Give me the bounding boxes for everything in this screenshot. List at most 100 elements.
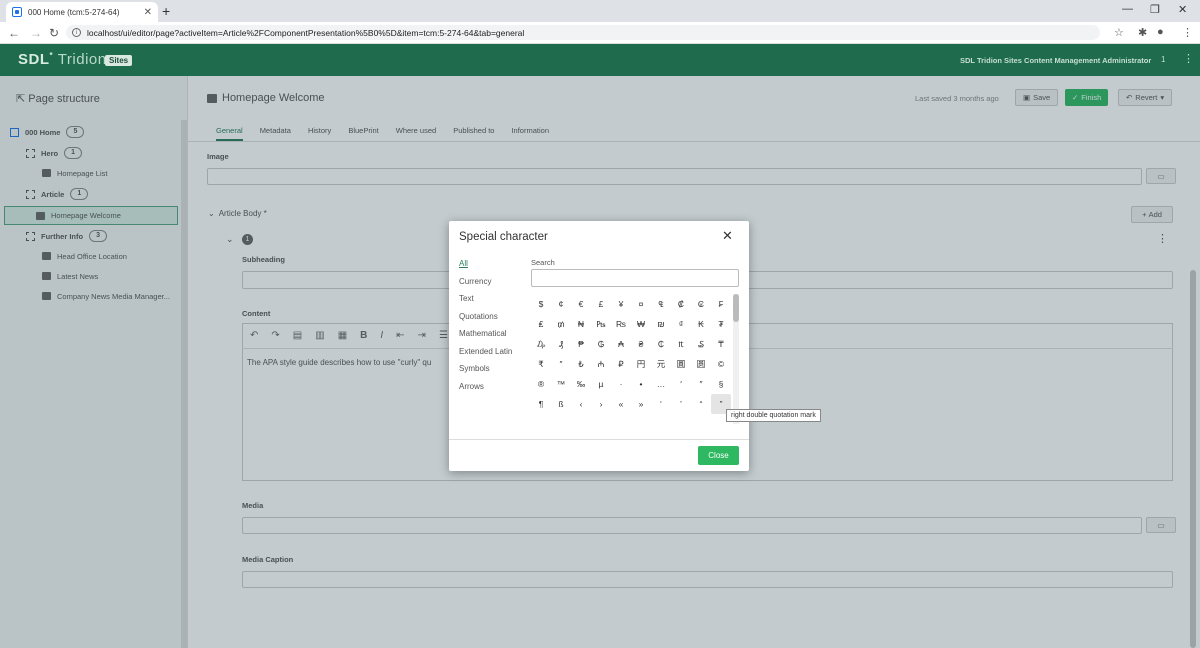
char-cell[interactable]: ″ [551, 354, 571, 374]
char-cell[interactable]: 圓 [671, 354, 691, 374]
url-text: localhost/ui/editor/page?activeItem=Arti… [87, 27, 525, 38]
char-cell[interactable]: 圆 [691, 354, 711, 374]
char-cell[interactable]: › [591, 394, 611, 414]
char-cell[interactable]: ™ [551, 374, 571, 394]
char-cell[interactable]: ₥ [551, 314, 571, 334]
grid-scrollbar[interactable] [733, 294, 739, 424]
char-cell[interactable]: ₡ [671, 294, 691, 314]
char-cell[interactable]: ₯ [531, 334, 551, 354]
category-arrows[interactable]: Arrows [459, 382, 512, 400]
reload-icon[interactable]: ↻ [49, 26, 59, 40]
char-cell[interactable]: $ [531, 294, 551, 314]
char-cell[interactable]: ′ [671, 374, 691, 394]
char-cell[interactable]: § [711, 374, 731, 394]
tab-favicon-icon [12, 7, 22, 17]
minimize-icon[interactable]: — [1122, 3, 1133, 15]
back-icon[interactable]: ← [8, 26, 20, 40]
close-icon[interactable]: ✕ [722, 228, 733, 244]
category-list: All Currency Text Quotations Mathematica… [459, 259, 512, 399]
char-cell[interactable]: ₹ [531, 354, 551, 374]
extensions-icon[interactable]: ✱ [1138, 26, 1147, 39]
url-field[interactable]: i localhost/ui/editor/page?activeItem=Ar… [66, 25, 1100, 40]
category-text[interactable]: Text [459, 294, 512, 312]
sites-badge: Sites [105, 55, 133, 66]
char-cell[interactable]: 元 [651, 354, 671, 374]
char-cell[interactable]: ₶ [671, 334, 691, 354]
char-cell[interactable]: ₦ [571, 314, 591, 334]
char-cell[interactable]: ₠ [651, 294, 671, 314]
char-cell[interactable]: ₽ [611, 354, 631, 374]
char-cell[interactable]: € [571, 294, 591, 314]
char-cell[interactable]: • [631, 374, 651, 394]
grid-scroll-thumb[interactable] [733, 294, 739, 322]
notification-count[interactable]: 1 [1161, 55, 1165, 64]
char-cell[interactable]: ₱ [571, 334, 591, 354]
char-cell[interactable]: ₭ [691, 314, 711, 334]
info-icon[interactable]: i [72, 28, 81, 37]
char-cell[interactable]: ‘ [651, 394, 671, 414]
char-cell[interactable]: ‰ [571, 374, 591, 394]
character-tooltip: right double quotation mark [726, 409, 821, 422]
char-cell[interactable]: ₨ [611, 314, 631, 334]
restore-icon[interactable]: ❐ [1150, 3, 1160, 16]
app-menu-icon[interactable]: ⋮ [1183, 52, 1194, 65]
char-cell[interactable]: ‹ [571, 394, 591, 414]
char-cell[interactable]: ¢ [551, 294, 571, 314]
new-tab-icon[interactable]: + [162, 3, 170, 19]
char-cell[interactable]: ¶ [531, 394, 551, 414]
char-cell[interactable]: ₣ [711, 294, 731, 314]
close-button[interactable]: Close [698, 446, 739, 465]
category-all[interactable]: All [459, 259, 512, 277]
char-cell[interactable]: ₢ [691, 294, 711, 314]
char-cell[interactable]: ₪ [651, 314, 671, 334]
char-cell[interactable]: ₧ [591, 314, 611, 334]
char-cell[interactable]: ® [531, 374, 551, 394]
category-mathematical[interactable]: Mathematical [459, 329, 512, 347]
dialog-title: Special character [459, 231, 548, 243]
char-cell[interactable]: ¥ [611, 294, 631, 314]
category-extended-latin[interactable]: Extended Latin [459, 347, 512, 365]
browser-tab[interactable]: 000 Home (tcm:5-274-64) ✕ [6, 2, 158, 22]
char-cell[interactable]: “ [691, 394, 711, 414]
char-cell[interactable]: ₸ [711, 334, 731, 354]
char-cell[interactable]: 円 [631, 354, 651, 374]
search-label: Search [531, 258, 555, 267]
char-cell[interactable]: « [611, 394, 631, 414]
char-cell[interactable]: … [651, 374, 671, 394]
bookmark-star-icon[interactable]: ☆ [1114, 26, 1124, 39]
window-close-icon[interactable]: ✕ [1178, 3, 1187, 16]
char-cell[interactable]: ₲ [591, 334, 611, 354]
dialog-divider [449, 439, 749, 440]
char-cell[interactable]: ₼ [591, 354, 611, 374]
category-currency[interactable]: Currency [459, 277, 512, 295]
browser-menu-icon[interactable]: ⋮ [1182, 26, 1193, 39]
char-cell[interactable]: ₺ [571, 354, 591, 374]
browser-tab-bar [0, 0, 1200, 22]
char-cell[interactable]: ₰ [551, 334, 571, 354]
char-cell[interactable]: ₴ [631, 334, 651, 354]
char-cell[interactable]: · [611, 374, 631, 394]
search-input[interactable] [531, 269, 739, 287]
char-cell[interactable]: ₵ [651, 334, 671, 354]
char-cell[interactable]: ¤ [631, 294, 651, 314]
char-cell[interactable]: ″ [691, 374, 711, 394]
char-cell[interactable]: ₫ [671, 314, 691, 334]
char-cell[interactable]: £ [591, 294, 611, 314]
char-cell[interactable]: ₩ [631, 314, 651, 334]
char-cell[interactable]: ₷ [691, 334, 711, 354]
char-cell[interactable]: ß [551, 394, 571, 414]
forward-icon[interactable]: → [30, 26, 42, 40]
char-cell[interactable]: » [631, 394, 651, 414]
char-cell[interactable]: ₮ [711, 314, 731, 334]
category-quotations[interactable]: Quotations [459, 312, 512, 330]
profile-icon[interactable]: ● [1157, 26, 1164, 38]
character-grid: $ ¢ € £ ¥ ¤ ₠ ₡ ₢ ₣ ₤ ₥ ₦ ₧ ₨ ₩ ₪ ₫ ₭ ₮ ₯ ₰ ₱ ₲ ₳ ₴ ₵ ₶ ₷ ₸ ₹ ″ ₺ ₼ ₽ 円元圓圆 ©… [531, 294, 731, 424]
char-cell[interactable]: ₳ [611, 334, 631, 354]
user-name[interactable]: SDL Tridion Sites Content Management Adm… [960, 56, 1151, 65]
char-cell[interactable]: ’ [671, 394, 691, 414]
char-cell[interactable]: © [711, 354, 731, 374]
char-cell[interactable]: µ [591, 374, 611, 394]
tab-close-icon[interactable]: ✕ [144, 7, 152, 18]
category-symbols[interactable]: Symbols [459, 364, 512, 382]
char-cell[interactable]: ₤ [531, 314, 551, 334]
